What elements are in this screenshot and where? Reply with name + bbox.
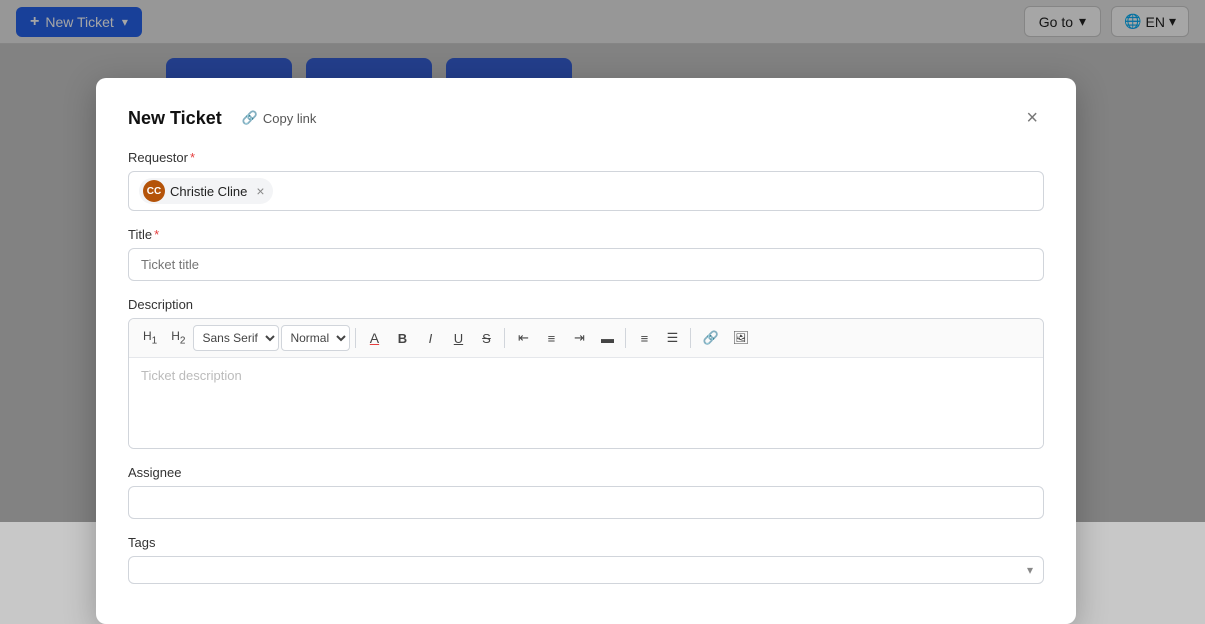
strikethrough-button[interactable]: S [473,328,499,349]
requestor-input[interactable]: CC Christie Cline × [128,171,1044,211]
modal-header: New Ticket 🔗 Copy link × [128,106,1044,130]
description-label: Description [128,297,1044,312]
title-input[interactable] [128,248,1044,281]
description-toolbar: H1 H2 Sans Serif Normal A B I U S ⇤ ≡ ⇥ … [129,319,1043,358]
new-ticket-modal: New Ticket 🔗 Copy link × Requestor* CC C… [96,78,1076,624]
assignee-field-group: Assignee [128,465,1044,519]
tags-field-group: Tags ▾ [128,535,1044,584]
avatar: CC [143,180,165,202]
font-size-select[interactable]: Normal [281,325,350,351]
font-color-button[interactable]: A [361,327,387,349]
insert-link-button[interactable]: 🔗 [696,327,724,349]
link-icon: 🔗 [242,110,258,126]
requestor-field-group: Requestor* CC Christie Cline × [128,150,1044,211]
bold-button[interactable]: B [389,328,415,349]
toolbar-divider-3 [625,328,626,348]
title-field-group: Title* [128,227,1044,281]
copy-link-button[interactable]: 🔗 Copy link [234,107,325,129]
underline-button[interactable]: U [445,328,471,349]
description-field-group: Description H1 H2 Sans Serif Normal A B … [128,297,1044,449]
title-label: Title* [128,227,1044,242]
description-editor: H1 H2 Sans Serif Normal A B I U S ⇤ ≡ ⇥ … [128,318,1044,449]
modal-title-row: New Ticket 🔗 Copy link [128,107,324,129]
assignee-input[interactable] [128,486,1044,519]
requestor-label: Requestor* [128,150,1044,165]
toolbar-divider-2 [504,328,505,348]
align-center-button[interactable]: ≡ [538,328,564,349]
font-family-select[interactable]: Sans Serif [193,325,279,351]
align-left-button[interactable]: ⇤ [510,327,536,349]
remove-requestor-button[interactable]: × [252,184,264,198]
assignee-label: Assignee [128,465,1044,480]
ordered-list-button[interactable]: ≡ [631,328,657,349]
tags-input[interactable]: ▾ [128,556,1044,584]
close-button[interactable]: × [1020,106,1044,130]
heading2-button[interactable]: H2 [165,326,191,349]
tags-label: Tags [128,535,1044,550]
toolbar-divider-4 [690,328,691,348]
unordered-list-button[interactable]: ☰ [659,327,685,349]
align-right-button[interactable]: ⇥ [566,327,592,349]
description-body[interactable]: Ticket description [129,358,1043,448]
modal-title: New Ticket [128,108,222,129]
copy-link-label: Copy link [263,111,316,126]
insert-image-button[interactable]: 🖼 [727,327,756,349]
requestor-chip: CC Christie Cline × [139,178,273,204]
description-placeholder: Ticket description [141,368,242,383]
tags-chevron-icon: ▾ [1027,563,1033,577]
align-justify-button[interactable]: ▬ [594,328,620,349]
heading1-button[interactable]: H1 [137,326,163,349]
requestor-name: Christie Cline [170,184,247,199]
italic-button[interactable]: I [417,328,443,349]
toolbar-divider-1 [355,328,356,348]
